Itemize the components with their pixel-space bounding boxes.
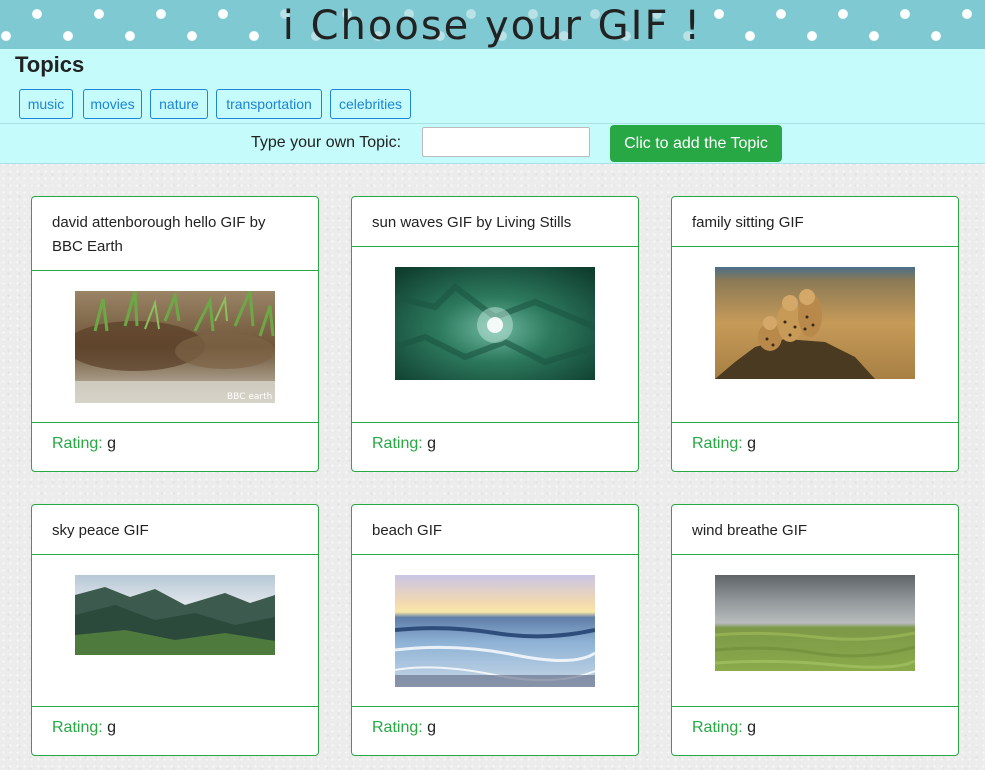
topics-heading: Topics bbox=[15, 52, 85, 77]
topic-button-nature[interactable]: nature bbox=[150, 89, 208, 119]
topics-section: Topics music movies nature transportatio… bbox=[0, 49, 985, 124]
gif-card: sun waves GIF by Living Stills Rating: g bbox=[351, 196, 639, 472]
gif-card: family sitting GIF Rating: g bbox=[671, 196, 959, 472]
rating-value: g bbox=[422, 719, 437, 736]
gif-rating: Rating: g bbox=[352, 706, 638, 755]
rating-value: g bbox=[102, 435, 117, 452]
add-topic-form: Type your own Topic: Clic to add the Top… bbox=[0, 124, 985, 164]
gif-title: beach GIF bbox=[352, 505, 638, 555]
rating-label: Rating: bbox=[372, 435, 423, 452]
gif-image[interactable] bbox=[395, 267, 595, 380]
gif-card: david attenborough hello GIF by BBC Eart… bbox=[31, 196, 319, 472]
rating-value: g bbox=[422, 435, 437, 452]
gif-image[interactable] bbox=[75, 575, 275, 655]
gif-image[interactable] bbox=[715, 575, 915, 671]
rating-label: Rating: bbox=[372, 719, 423, 736]
rating-value: g bbox=[102, 719, 117, 736]
gif-title: family sitting GIF bbox=[672, 197, 958, 247]
rating-label: Rating: bbox=[692, 435, 743, 452]
gif-title: wind breathe GIF bbox=[672, 505, 958, 555]
gif-title: david attenborough hello GIF by BBC Eart… bbox=[32, 197, 318, 271]
gif-rating: Rating: g bbox=[672, 422, 958, 471]
rating-label: Rating: bbox=[52, 719, 103, 736]
rating-label: Rating: bbox=[692, 719, 743, 736]
gif-card: sky peace GIF Rating: g bbox=[31, 504, 319, 756]
gif-title: sun waves GIF by Living Stills bbox=[352, 197, 638, 247]
topic-button-music[interactable]: music bbox=[19, 89, 73, 119]
gif-image[interactable] bbox=[395, 575, 595, 687]
gif-image[interactable] bbox=[715, 267, 915, 379]
page-title: i Choose your GIF ! bbox=[0, 0, 985, 49]
gif-image[interactable]: BBC earth bbox=[75, 291, 275, 403]
gif-rating: Rating: g bbox=[672, 706, 958, 755]
topic-button-transportation[interactable]: transportation bbox=[216, 89, 322, 119]
gif-rating: Rating: g bbox=[32, 706, 318, 755]
add-topic-button[interactable]: Clic to add the Topic bbox=[610, 125, 782, 162]
rating-label: Rating: bbox=[52, 435, 103, 452]
topic-input[interactable] bbox=[422, 127, 590, 157]
gif-card: wind breathe GIF Rating: g bbox=[671, 504, 959, 756]
topic-button-movies[interactable]: movies bbox=[83, 89, 142, 119]
bbc-earth-watermark: BBC earth bbox=[227, 392, 272, 402]
gif-card: beach GIF Rating: g bbox=[351, 504, 639, 756]
add-topic-label: Type your own Topic: bbox=[251, 134, 402, 151]
topic-button-celebrities[interactable]: celebrities bbox=[330, 89, 411, 119]
header-banner: i Choose your GIF ! bbox=[0, 0, 985, 49]
gif-title: sky peace GIF bbox=[32, 505, 318, 555]
gif-rating: Rating: g bbox=[352, 422, 638, 471]
rating-value: g bbox=[742, 719, 757, 736]
rating-value: g bbox=[742, 435, 757, 452]
gif-rating: Rating: g bbox=[32, 422, 318, 471]
